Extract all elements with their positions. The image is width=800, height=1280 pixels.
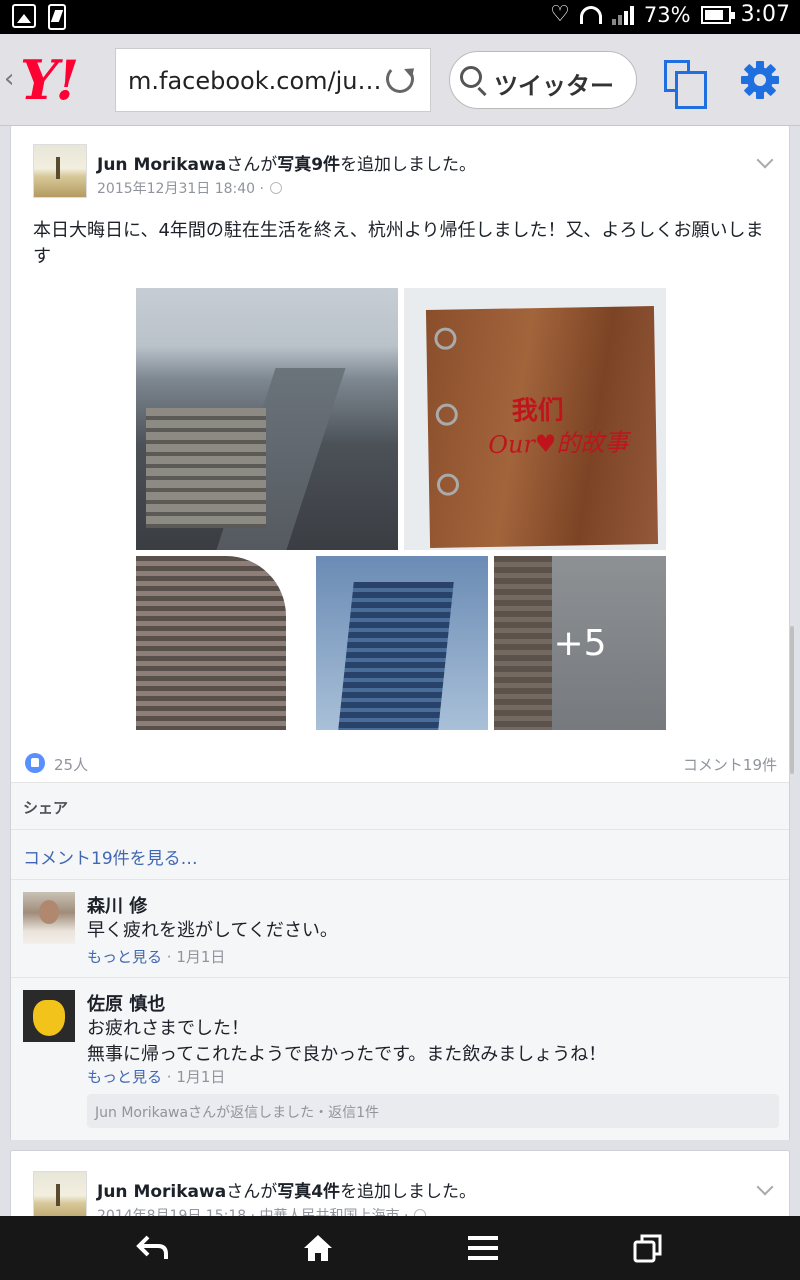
- comment-text: お疲れさまでした！ 無事に帰ってこれたようで良かったです。また飲みましょうね！: [87, 1018, 607, 1065]
- see-more-link[interactable]: もっと見る: [87, 948, 162, 966]
- author-avatar[interactable]: [33, 144, 87, 198]
- comment-item: 佐原 慎也 お疲れさまでした！ 無事に帰ってこれたようで良かったです。また飲みま…: [11, 978, 789, 1140]
- commenter-name[interactable]: 佐原 慎也: [87, 990, 165, 1016]
- see-more-link[interactable]: もっと見る: [87, 1068, 162, 1086]
- photo-book-title: 我们: [511, 395, 564, 427]
- photo-album-book[interactable]: 我们 Our♥的故事: [404, 288, 666, 550]
- photos-link[interactable]: 写真4件: [277, 1182, 340, 1202]
- search-query[interactable]: ツイッター: [494, 66, 614, 101]
- comment-text: 早く疲れを逃がしてください。: [87, 920, 338, 941]
- menu-icon[interactable]: [453, 1218, 513, 1278]
- navigation-bar: [0, 1216, 800, 1280]
- url-text[interactable]: m.facebook.com/ju…: [128, 67, 381, 95]
- author-name[interactable]: Jun Morikawa: [97, 1182, 226, 1202]
- comment-item: 森川 修 早く疲れを逃がしてください。 もっと見る · 1月1日: [11, 880, 789, 978]
- globe-icon: [269, 182, 282, 194]
- likes-count[interactable]: 25人: [54, 754, 88, 775]
- comment-meta: もっと見る · 1月1日: [87, 948, 226, 966]
- post-text: 本日大晦日に、4年間の駐在生活を終え、杭州より帰任しました！又、よろしくお願いし…: [33, 220, 764, 267]
- recent-apps-icon[interactable]: [618, 1218, 678, 1278]
- comment-meta: もっと見る · 1月1日: [87, 1068, 226, 1086]
- photo-curved-building[interactable]: [136, 556, 310, 730]
- replies-link[interactable]: Jun Morikawaさんが返信しました・返信1件: [87, 1094, 779, 1128]
- commenter-avatar[interactable]: [23, 892, 75, 944]
- browser-toolbar: ‹ Y! m.facebook.com/ju… ツイッター: [0, 34, 800, 126]
- post-card: Jun Morikawaさんが写真9件を追加しました。 2015年12月31日 …: [10, 126, 790, 1140]
- search-icon: [460, 66, 482, 88]
- commenter-avatar[interactable]: [23, 990, 75, 1042]
- signal-icon: [611, 5, 634, 25]
- battery-percent: 73%: [643, 2, 691, 27]
- photos-link[interactable]: 写真9件: [277, 155, 340, 175]
- battery-icon: [700, 5, 735, 24]
- photo-book-subtitle: Our♥的故事: [488, 428, 629, 459]
- device-notification-icon: [48, 4, 66, 30]
- search-box[interactable]: ツイッター: [449, 51, 637, 109]
- tabs-icon[interactable]: [664, 60, 707, 109]
- chevron-down-icon[interactable]: [756, 1178, 774, 1196]
- post-header: Jun Morikawaさんが写真4件を追加しました。: [97, 1182, 477, 1202]
- view-comments-link[interactable]: コメント19件を見る…: [11, 830, 789, 880]
- reload-icon[interactable]: [386, 65, 414, 93]
- reactions-row: 25人 コメント19件: [23, 750, 779, 778]
- like-icon: [25, 753, 45, 773]
- scrollbar[interactable]: [790, 626, 794, 774]
- commenter-name[interactable]: 森川 修: [87, 892, 147, 918]
- clock: 3:07: [740, 2, 790, 27]
- gear-icon[interactable]: [740, 60, 780, 100]
- status-bar: ♡ 73% 3:07: [0, 0, 800, 34]
- back-icon[interactable]: [123, 1218, 183, 1278]
- url-bar[interactable]: m.facebook.com/ju…: [115, 48, 431, 112]
- post-header: Jun Morikawaさんが写真9件を追加しました。: [97, 155, 477, 175]
- yahoo-logo[interactable]: Y!: [20, 48, 79, 112]
- chevron-down-icon[interactable]: [756, 151, 774, 169]
- wifi-icon: [579, 5, 602, 24]
- photo-glass-tower[interactable]: [316, 556, 488, 730]
- photo-city-street[interactable]: [136, 288, 398, 550]
- gallery-notification-icon: [12, 4, 36, 28]
- author-name[interactable]: Jun Morikawa: [97, 155, 226, 175]
- home-icon[interactable]: [288, 1218, 348, 1278]
- back-chevron-icon[interactable]: ‹: [4, 64, 14, 94]
- more-photos-count[interactable]: +5: [494, 556, 666, 730]
- share-button[interactable]: シェア: [11, 782, 789, 830]
- comment-count[interactable]: コメント19件: [683, 754, 777, 775]
- heart-status-icon: ♡: [550, 2, 570, 27]
- post-date[interactable]: 2015年12月31日 18:40 ·: [97, 178, 282, 198]
